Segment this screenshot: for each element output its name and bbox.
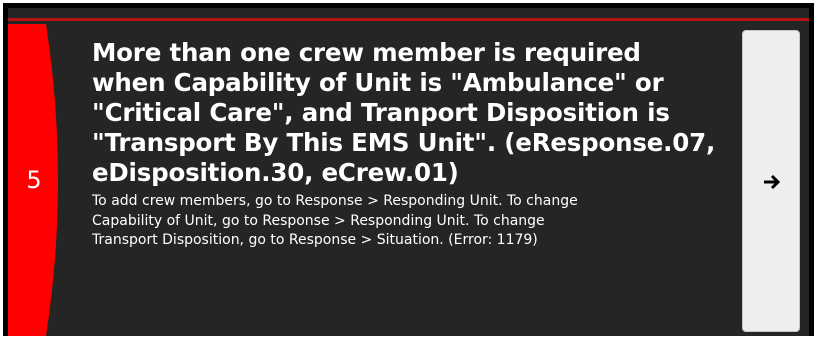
error-help-text: To add crew members, go to Response > Re… bbox=[92, 193, 578, 248]
go-to-error-button[interactable] bbox=[742, 30, 800, 332]
error-index-badge: 5 bbox=[8, 24, 70, 336]
error-index-number: 5 bbox=[26, 166, 42, 194]
error-title: More than one crew member is required wh… bbox=[92, 38, 716, 187]
arrow-right-icon bbox=[764, 174, 781, 190]
error-panel-frame: 5 More than one crew member is required … bbox=[3, 3, 814, 336]
validation-error-card: 5 More than one crew member is required … bbox=[8, 8, 809, 336]
error-message: More than one crew member is required wh… bbox=[92, 38, 722, 251]
previous-card-divider bbox=[8, 18, 809, 21]
